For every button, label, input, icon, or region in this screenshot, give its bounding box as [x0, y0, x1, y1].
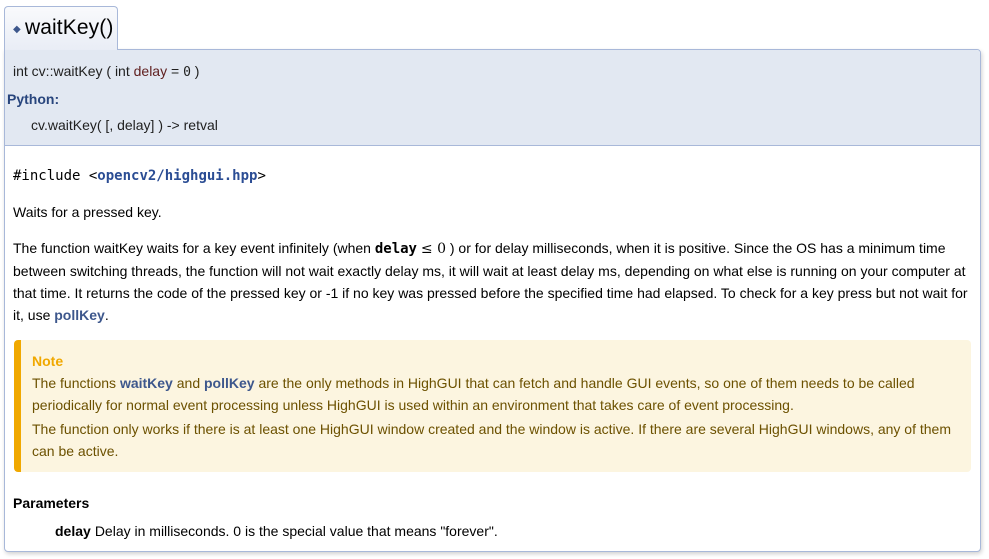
param-name: delay	[133, 63, 168, 79]
note-text-b: and	[172, 375, 204, 391]
prototype-section: int cv::waitKey ( int delay = 0 ) Python…	[5, 50, 980, 146]
equals-sign: =	[170, 63, 180, 79]
include-prefix: #include <	[13, 168, 98, 184]
default-value: 0	[183, 65, 191, 80]
parameters-heading: Parameters	[13, 495, 90, 511]
brief-description: Waits for a pressed key.	[13, 204, 162, 220]
member-description: #include <opencv2/highgui.hpp> Waits for…	[13, 165, 971, 542]
note-pollkey-link[interactable]: pollKey	[204, 375, 255, 391]
member-doc-box: int cv::waitKey ( int delay = 0 ) Python…	[4, 49, 981, 552]
pollkey-link[interactable]: pollKey	[54, 307, 105, 323]
detailed-description: The function waitKey waits for a key eve…	[13, 237, 971, 326]
close-paren: )	[194, 63, 200, 79]
parameter-description: Delay in milliseconds. 0 is the special …	[94, 523, 498, 539]
python-label: Python:	[7, 91, 60, 107]
delay-code: delay	[374, 241, 417, 257]
diamond-icon: ◆	[13, 24, 21, 35]
return-type: int cv::waitKey	[13, 63, 103, 79]
note-text-a: The functions	[32, 375, 120, 391]
member-tab: ◆ waitKey()	[4, 6, 118, 50]
include-suffix: >	[257, 168, 266, 184]
parameter-name: delay	[55, 523, 91, 539]
desc-text-1: The function waitKey waits for a key eve…	[13, 240, 375, 256]
note-title: Note	[32, 353, 64, 369]
note-box: Note The functions waitKey and pollKey a…	[14, 340, 971, 472]
open-paren: (	[106, 63, 112, 79]
python-signature: cv.waitKey( [, delay] ) -> retval	[31, 117, 218, 133]
include-header-link[interactable]: opencv2/highgui.hpp	[97, 168, 257, 184]
math-leq-zero: ≤ 0	[420, 241, 446, 257]
note-paragraph-2: The function only works if there is at l…	[32, 421, 951, 459]
parameter-row: delay Delay in milliseconds. 0 is the spe…	[55, 520, 971, 542]
waitkey-link[interactable]: waitKey	[120, 375, 173, 391]
cpp-signature: int cv::waitKey ( int delay = 0 )	[13, 63, 199, 80]
desc-text-3: .	[104, 307, 109, 323]
member-title: waitKey()	[25, 16, 114, 39]
include-line: #include <opencv2/highgui.hpp>	[13, 165, 971, 187]
param-type: int	[114, 63, 130, 79]
note-paragraph-1: The functions waitKey and pollKey are th…	[32, 372, 961, 416]
